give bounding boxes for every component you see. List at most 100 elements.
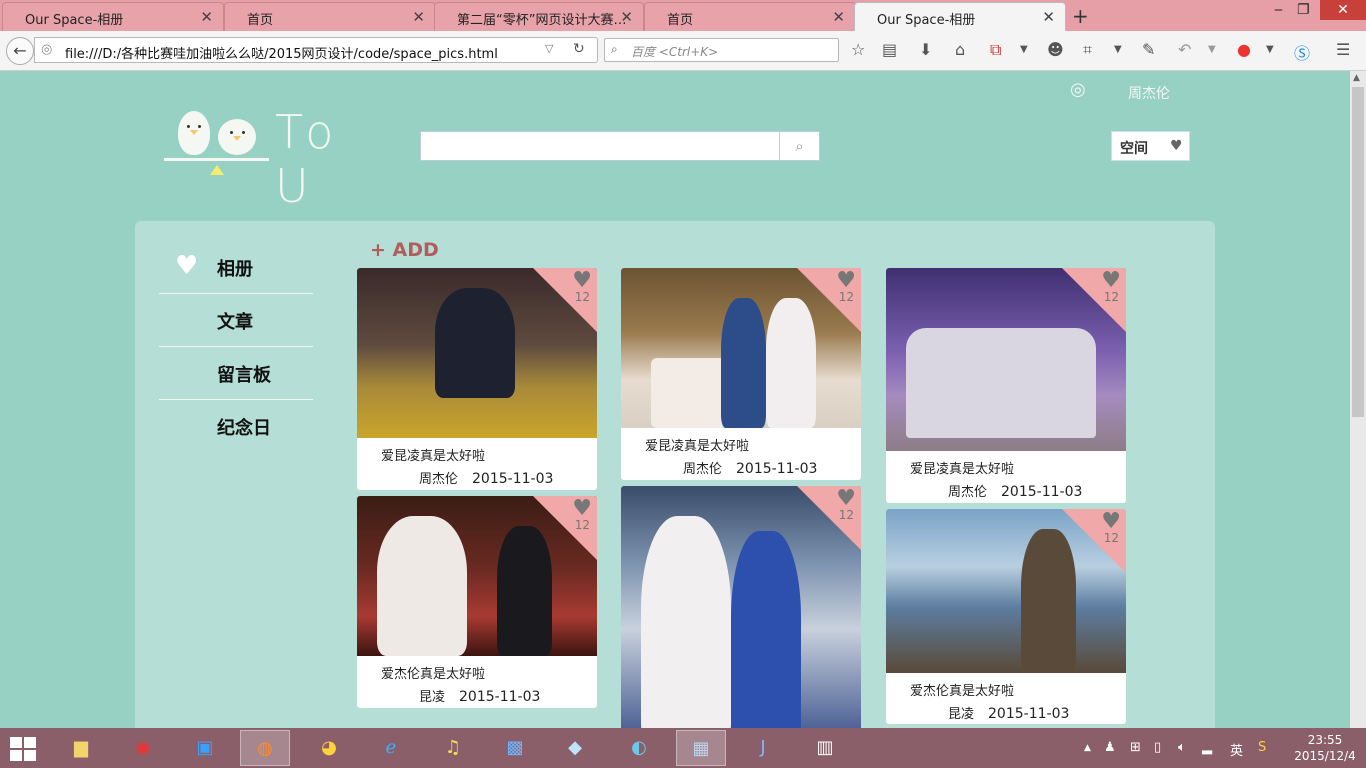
photo-thumbnail[interactable]: ♥ 12: [357, 496, 597, 656]
photo-thumbnail[interactable]: ♥ 12: [357, 268, 597, 438]
chevron-down-icon[interactable]: ▼: [1114, 44, 1122, 55]
download-manager-icon[interactable]: ▣: [180, 730, 230, 766]
qq-music-icon[interactable]: ♫: [428, 730, 478, 766]
vertical-scrollbar[interactable]: ▲: [1350, 71, 1366, 728]
site-logo[interactable]: To U: [160, 95, 400, 213]
download-icon[interactable]: ⬇: [919, 40, 932, 59]
chrome-icon[interactable]: ◕: [304, 730, 354, 766]
skype-icon[interactable]: Ⓢ: [1294, 40, 1310, 64]
emoji-icon[interactable]: ☻: [1047, 40, 1064, 59]
minimize-icon[interactable]: ‒: [1274, 2, 1283, 18]
search-icon[interactable]: ⌕: [779, 132, 819, 160]
add-photo-button[interactable]: + ADD: [370, 239, 439, 261]
windows-logo-pane: [10, 750, 22, 761]
card-author[interactable]: 昆凌: [419, 690, 445, 705]
note-app-icon[interactable]: ◆: [550, 730, 600, 766]
photo-thumbnail[interactable]: ♥ 12: [886, 509, 1126, 673]
photo-card[interactable]: ♥ 12 爱昆凌真是太好啦 周杰伦 2015-11-03: [886, 268, 1126, 503]
photo-thumbnail[interactable]: ♥ 12: [621, 268, 861, 428]
beak: [233, 136, 241, 141]
card-author[interactable]: 周杰伦: [683, 462, 722, 477]
chevron-down-icon[interactable]: ▽: [545, 42, 553, 55]
network-tray-icon[interactable]: ▯: [1154, 740, 1161, 755]
card-meta: 周杰伦 2015-11-03: [357, 464, 597, 487]
username-link[interactable]: 周杰伦: [1128, 83, 1170, 103]
undo-icon[interactable]: ↶: [1178, 40, 1191, 59]
tray-expand-icon[interactable]: ▲: [1084, 743, 1091, 753]
internet-explorer-icon[interactable]: ℯ: [366, 730, 416, 766]
close-icon[interactable]: ✕: [620, 8, 633, 26]
file-explorer-icon[interactable]: ▆: [56, 730, 106, 766]
photo-card[interactable]: ♥ 12 爱昆凌真是太好啦 周杰伦 2015-11-03: [357, 268, 597, 490]
reading-list-icon[interactable]: ▤: [882, 40, 897, 59]
menu-icon[interactable]: ☰: [1336, 40, 1350, 59]
card-author[interactable]: 周杰伦: [419, 472, 458, 487]
space-button[interactable]: 空间 ♥: [1111, 131, 1190, 161]
qq-tray-icon[interactable]: ♟: [1104, 740, 1116, 755]
photo-card[interactable]: ♥ 12 爱杰伦真是太好啦 昆凌 2015-11-03: [357, 496, 597, 708]
site-search-input[interactable]: [421, 132, 779, 160]
app-blue-icon[interactable]: ◐: [614, 730, 664, 766]
sogou-ime-icon[interactable]: S: [1258, 740, 1266, 755]
sidebar-item-articles[interactable]: 文章: [159, 294, 313, 347]
figure-throne: [435, 288, 515, 398]
snail-avatar-icon[interactable]: ◎: [1070, 79, 1102, 103]
reload-icon[interactable]: ↻: [573, 41, 585, 57]
bookmark-star-icon[interactable]: ☆: [851, 40, 865, 59]
photo-card[interactable]: ♥ 12 爱昆凌真是太好啦 周杰伦 2015-11-03: [621, 268, 861, 480]
sidebar-item-album[interactable]: ♥ 相册: [159, 241, 313, 294]
back-button[interactable]: ←: [6, 37, 34, 65]
browser-search-input[interactable]: ⌕ 百度 <Ctrl+K>: [604, 38, 839, 62]
sidebar-item-guestbook[interactable]: 留言板: [159, 347, 313, 400]
start-button[interactable]: [10, 737, 38, 761]
photo-thumbnail[interactable]: ♥ 12: [621, 486, 861, 728]
card-author[interactable]: 周杰伦: [948, 485, 987, 500]
ime-indicator[interactable]: 英: [1230, 740, 1243, 759]
photo-viewer-icon[interactable]: ▦: [676, 730, 726, 766]
signal-icon[interactable]: ▂: [1202, 740, 1212, 755]
new-tab-button[interactable]: +: [1072, 4, 1089, 28]
browser-tab-active[interactable]: Our Space-相册 ✕: [854, 2, 1066, 31]
browser-tab[interactable]: 首页 ✕: [644, 2, 856, 31]
ji-app-icon[interactable]: J: [738, 730, 788, 766]
browser-tab[interactable]: 第二届“零杯”网页设计大赛 - ... ✕: [434, 2, 644, 31]
card-author[interactable]: 昆凌: [948, 707, 974, 722]
photo-thumbnail[interactable]: ♥ 12: [886, 268, 1126, 451]
url-text[interactable]: file:///D:/各种比赛哇加油啦么么哒/2015网页设计/code/spa…: [65, 43, 498, 62]
windows-tray-icon[interactable]: ⊞: [1130, 740, 1141, 755]
crop-icon[interactable]: ⌗: [1083, 40, 1092, 60]
photo-card[interactable]: ♥ 12 爱杰伦真是太好啦 昆凌 2015-11-03: [886, 509, 1126, 724]
eye: [198, 125, 201, 128]
close-icon[interactable]: ✕: [1042, 8, 1055, 26]
clock[interactable]: 23:55 2015/12/4: [1290, 732, 1360, 764]
firefox-icon[interactable]: ◍: [240, 730, 290, 766]
like-count: 12: [1103, 531, 1119, 545]
browser-tab[interactable]: Our Space-相册 ✕: [2, 2, 224, 31]
beak: [190, 130, 198, 135]
window-close-button[interactable]: ✕: [1320, 0, 1366, 20]
scroll-up-icon[interactable]: ▲: [1353, 73, 1360, 83]
browser-tab[interactable]: 首页 ✕: [224, 2, 436, 31]
mle-app-icon[interactable]: ▥: [800, 730, 850, 766]
web-page: To U ⌕ ◎ 周杰伦 空间 ♥ ♥ 相册 文章 留言板 纪念日 + ADD: [0, 71, 1350, 728]
sidebar-item-anniversary[interactable]: 纪念日: [159, 400, 313, 453]
close-icon[interactable]: ✕: [832, 8, 845, 26]
address-bar[interactable]: ◎ file:///D:/各种比赛哇加油啦么么哒/2015网页设计/code/s…: [34, 37, 598, 63]
extension-red-icon[interactable]: ●: [1237, 40, 1251, 59]
photo-card[interactable]: ♥ 12: [621, 486, 861, 728]
chevron-down-icon[interactable]: ▼: [1266, 44, 1274, 55]
chevron-down-icon[interactable]: ▼: [1020, 44, 1028, 55]
chat-icon[interactable]: ✎: [1142, 40, 1155, 59]
pdf-icon[interactable]: ⧉: [990, 40, 1001, 60]
photoshop-icon[interactable]: ▩: [490, 730, 540, 766]
scrollbar-thumb[interactable]: [1352, 87, 1364, 417]
card-caption: 爱昆凌真是太好啦: [910, 462, 1015, 477]
volume-icon[interactable]: 🔈︎: [1178, 740, 1186, 755]
home-icon[interactable]: ⌂: [955, 40, 965, 59]
eye: [187, 125, 190, 128]
restore-icon[interactable]: ❐: [1297, 2, 1310, 18]
music-player-icon[interactable]: ◉: [118, 730, 168, 766]
chevron-down-icon[interactable]: ▼: [1208, 44, 1216, 55]
close-icon[interactable]: ✕: [200, 8, 213, 26]
close-icon[interactable]: ✕: [412, 8, 425, 26]
